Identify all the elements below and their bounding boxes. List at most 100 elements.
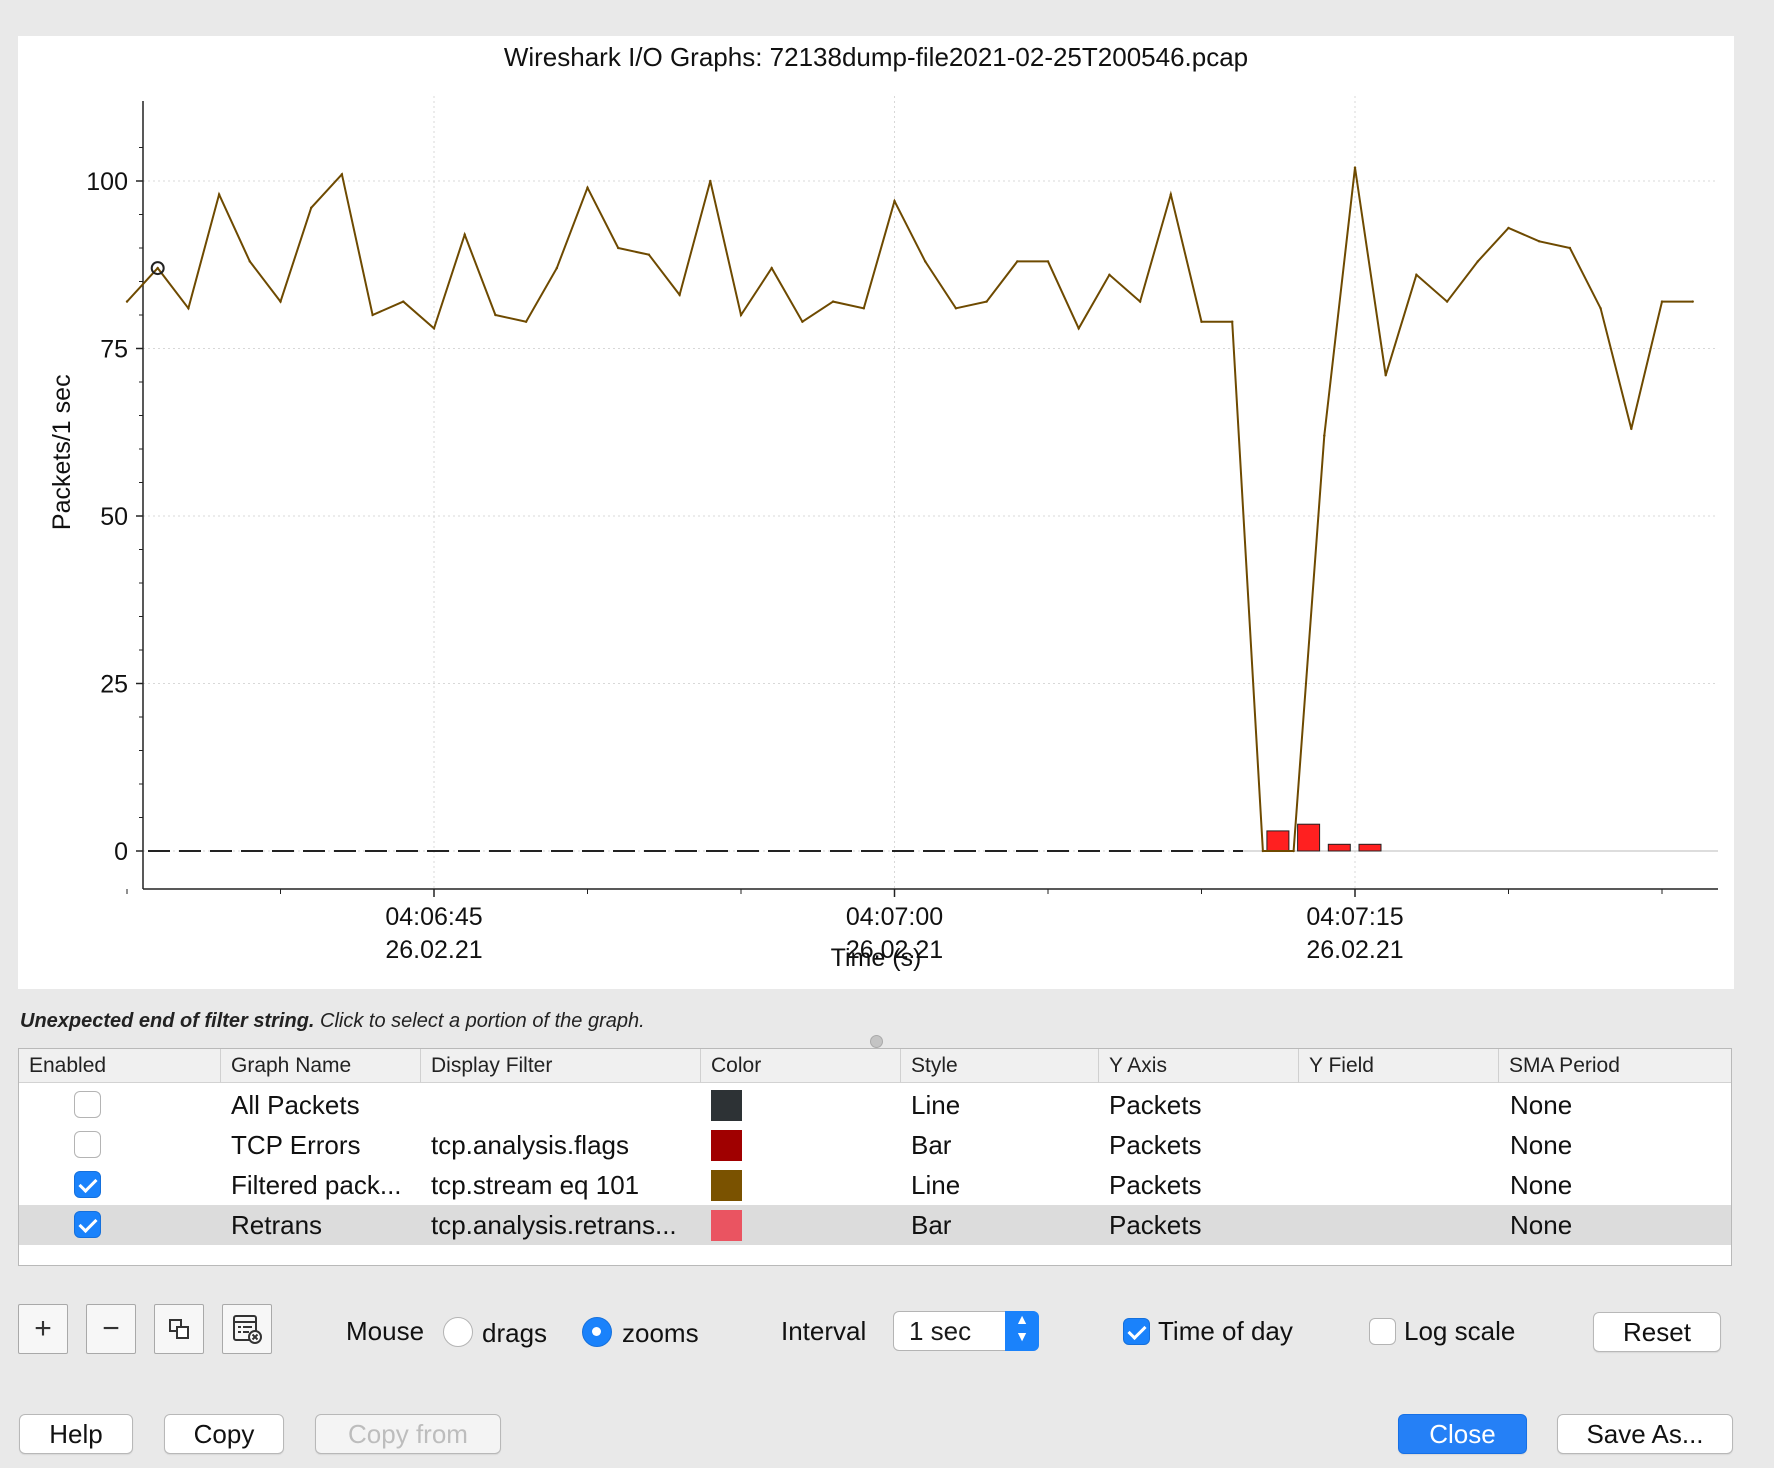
sma-period-cell[interactable]: None xyxy=(1510,1125,1572,1165)
display-filter-cell[interactable]: tcp.stream eq 101 xyxy=(431,1165,696,1205)
line-data-point xyxy=(310,206,313,209)
column-header-sma-period[interactable]: SMA Period xyxy=(1499,1049,1731,1083)
log-scale-checkbox[interactable] xyxy=(1369,1318,1396,1345)
style-cell[interactable]: Line xyxy=(911,1085,960,1125)
close-button[interactable]: Close xyxy=(1398,1414,1527,1454)
retrans-bar xyxy=(1358,843,1382,852)
style-cell[interactable]: Line xyxy=(911,1165,960,1205)
style-cell[interactable]: Bar xyxy=(911,1205,951,1245)
display-filter-cell[interactable]: tcp.analysis.retrans... xyxy=(431,1205,696,1245)
status-message: Unexpected end of filter string. Click t… xyxy=(20,1010,645,1033)
line-data-point xyxy=(709,179,712,183)
line-data-point xyxy=(463,233,466,236)
color-swatch[interactable] xyxy=(711,1210,742,1241)
column-header-y-field[interactable]: Y Field xyxy=(1299,1049,1499,1083)
line-data-point xyxy=(1445,300,1449,303)
mouse-zooms-label[interactable]: zooms xyxy=(622,1318,699,1349)
save-as-button[interactable]: Save As... xyxy=(1557,1414,1733,1454)
color-swatch[interactable] xyxy=(711,1090,742,1121)
graph-name-cell[interactable]: Retrans xyxy=(231,1205,419,1245)
retrans-bar xyxy=(1266,830,1290,852)
graph-name-cell[interactable]: TCP Errors xyxy=(231,1125,419,1165)
table-row-selected[interactable]: Retrans tcp.analysis.retrans... Bar Pack… xyxy=(19,1205,1731,1245)
line-data-point xyxy=(1169,193,1173,196)
remove-graph-button[interactable]: − xyxy=(86,1304,136,1354)
mouse-drags-label[interactable]: drags xyxy=(482,1318,547,1349)
y-tick-label: 0 xyxy=(114,838,128,866)
graph-canvas[interactable]: Wireshark I/O Graphs: 72138dump-file2021… xyxy=(18,36,1734,989)
line-data-point xyxy=(217,193,221,196)
enabled-checkbox[interactable] xyxy=(74,1091,101,1118)
table-row[interactable]: All Packets Line Packets None xyxy=(19,1085,1731,1125)
sma-period-cell[interactable]: None xyxy=(1510,1165,1572,1205)
help-button[interactable]: Help xyxy=(19,1414,133,1454)
copy-from-button[interactable]: Copy from xyxy=(315,1414,501,1454)
minus-icon: − xyxy=(102,1312,120,1345)
enabled-checkbox[interactable] xyxy=(74,1131,101,1158)
display-filter-cell[interactable] xyxy=(431,1085,696,1125)
line-data-point xyxy=(402,300,405,303)
style-cell[interactable]: Bar xyxy=(911,1125,951,1165)
column-header-enabled[interactable]: Enabled xyxy=(19,1049,221,1083)
line-data-point xyxy=(678,293,681,297)
copy-graph-button[interactable] xyxy=(154,1304,204,1354)
mouse-drags-radio[interactable] xyxy=(443,1317,473,1347)
line-data-point xyxy=(831,300,835,303)
graph-list-table: Enabled Graph Name Display Filter Color … xyxy=(18,1048,1732,1266)
reset-button[interactable]: Reset xyxy=(1593,1312,1721,1352)
sma-period-cell[interactable]: None xyxy=(1510,1085,1572,1125)
line-data-point xyxy=(1691,300,1694,303)
chart-title: Wireshark I/O Graphs: 72138dump-file2021… xyxy=(504,42,1248,72)
time-of-day-label[interactable]: Time of day xyxy=(1158,1316,1293,1347)
graph-name-cell[interactable]: All Packets xyxy=(231,1085,419,1125)
display-filter-cell[interactable]: tcp.analysis.flags xyxy=(431,1125,696,1165)
line-data-point xyxy=(432,327,436,330)
y-axis-cell[interactable]: Packets xyxy=(1109,1085,1202,1125)
table-row[interactable]: TCP Errors tcp.analysis.flags Bar Packet… xyxy=(19,1125,1731,1165)
y-axis-cell[interactable]: Packets xyxy=(1109,1165,1202,1205)
enabled-checkbox[interactable] xyxy=(74,1211,101,1238)
interval-select[interactable]: 1 sec ▲ ▼ xyxy=(893,1311,1039,1351)
enabled-checkbox[interactable] xyxy=(74,1171,101,1198)
line-data-point xyxy=(1415,273,1418,276)
y-axis-cell[interactable]: Packets xyxy=(1109,1125,1202,1165)
line-data-point xyxy=(1568,246,1572,250)
retrans-bar xyxy=(1327,843,1351,852)
color-swatch[interactable] xyxy=(711,1130,742,1161)
add-graph-button[interactable]: + xyxy=(18,1304,68,1354)
color-swatch[interactable] xyxy=(711,1170,742,1201)
line-data-point xyxy=(1231,320,1234,323)
graph-name-cell[interactable]: Filtered pack... xyxy=(231,1165,419,1205)
line-data-point xyxy=(985,300,988,303)
line-data-point xyxy=(371,313,374,317)
line-data-point xyxy=(1046,260,1050,263)
line-data-point xyxy=(1353,166,1357,169)
line-data-point xyxy=(1292,849,1295,853)
y-axis-label: Packets/1 sec xyxy=(48,374,76,530)
x-tick-label-time: 04:06:45 xyxy=(385,903,482,931)
io-graph-plot[interactable]: Wireshark I/O Graphs: 72138dump-file2021… xyxy=(18,36,1734,989)
table-row[interactable]: Filtered pack... tcp.stream eq 101 Line … xyxy=(19,1165,1731,1205)
y-tick-label: 25 xyxy=(100,671,128,699)
y-tick-label: 100 xyxy=(86,168,128,196)
line-data-point xyxy=(770,266,773,270)
column-header-y-axis[interactable]: Y Axis xyxy=(1099,1049,1299,1083)
line-data-point xyxy=(1476,260,1480,263)
clear-graphs-icon xyxy=(233,1315,262,1344)
line-data-point xyxy=(340,173,344,176)
column-header-color[interactable]: Color xyxy=(701,1049,901,1083)
copy-button[interactable]: Copy xyxy=(164,1414,284,1454)
line-data-point xyxy=(494,313,497,317)
clear-graphs-button[interactable] xyxy=(222,1304,272,1354)
line-data-point xyxy=(647,253,651,256)
time-of-day-checkbox[interactable] xyxy=(1123,1318,1150,1345)
column-header-style[interactable]: Style xyxy=(901,1049,1099,1083)
column-header-graph-name[interactable]: Graph Name xyxy=(221,1049,421,1083)
mouse-zooms-radio[interactable] xyxy=(582,1317,612,1347)
sma-period-cell[interactable]: None xyxy=(1510,1205,1572,1245)
column-header-display-filter[interactable]: Display Filter xyxy=(421,1049,701,1083)
line-data-point xyxy=(924,260,927,263)
y-axis-cell[interactable]: Packets xyxy=(1109,1205,1202,1245)
splitter-handle[interactable] xyxy=(870,1035,883,1048)
log-scale-label[interactable]: Log scale xyxy=(1404,1316,1515,1347)
